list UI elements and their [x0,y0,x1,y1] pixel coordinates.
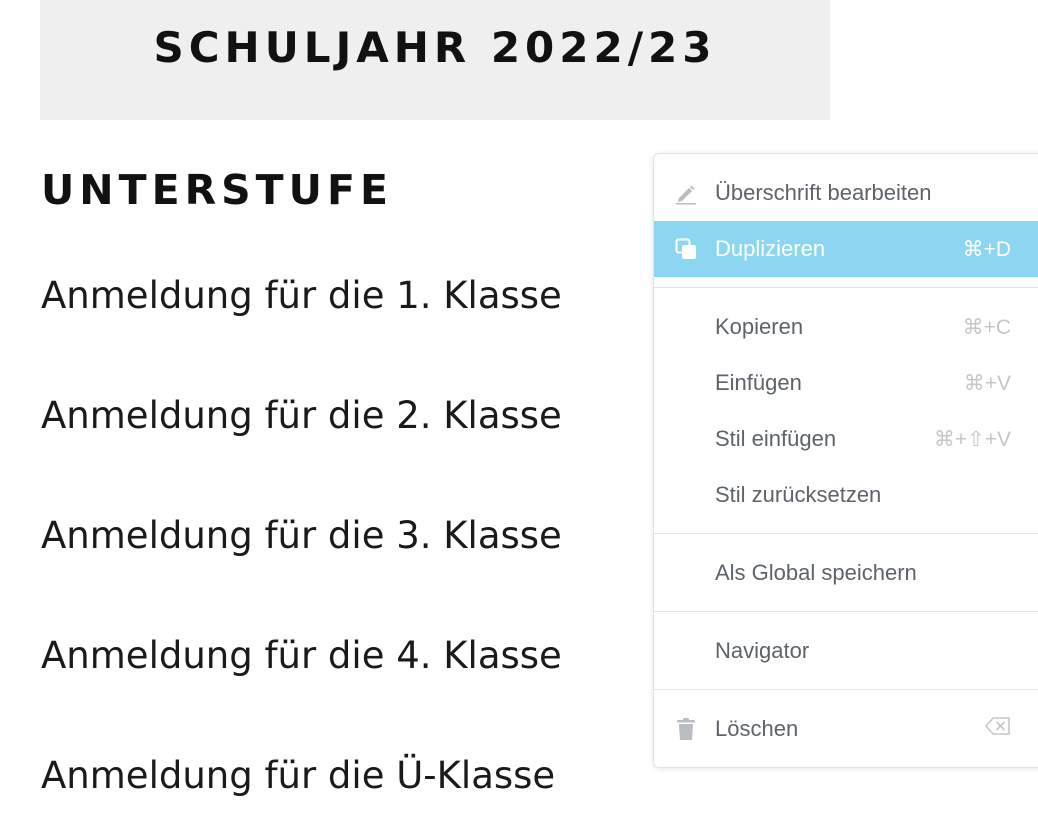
menu-item-duplicate[interactable]: Duplizieren ⌘+D [654,221,1038,277]
trash-icon [674,717,698,741]
menu-item-label: Einfügen [715,370,802,395]
menu-item-edit-heading[interactable]: Überschrift bearbeiten [654,165,1038,221]
context-menu: Überschrift bearbeiten Duplizieren ⌘+D K… [653,153,1038,768]
menu-item-label: Löschen [715,716,799,741]
registration-link-class-3[interactable]: Anmeldung für die 3. Klasse [41,514,562,557]
menu-item-label: Überschrift bearbeiten [715,180,932,205]
section-heading: UNTERSTUFE [41,166,393,214]
menu-divider [654,611,1038,612]
menu-item-delete[interactable]: Löschen [654,701,1038,757]
menu-item-navigator[interactable]: Navigator [654,623,1038,679]
registration-link-class-4[interactable]: Anmeldung für die 4. Klasse [41,634,562,677]
menu-item-label: Stil zurücksetzen [715,482,882,507]
menu-item-label: Als Global speichern [715,560,917,585]
menu-item-shortcut: ⌘+⇧+V [933,427,1011,451]
menu-item-shortcut: ⌘+D [962,237,1011,261]
menu-item-paste-style[interactable]: Stil einfügen ⌘+⇧+V [654,411,1038,467]
menu-item-label: Stil einfügen [715,426,837,451]
delete-key-icon [985,716,1011,742]
page-title-banner: SCHULJAHR 2022/23 [40,0,830,120]
menu-item-label: Kopieren [715,314,804,339]
menu-item-label: Duplizieren [715,236,826,261]
menu-item-label: Navigator [715,638,810,663]
menu-item-shortcut: ⌘+C [962,315,1011,339]
menu-item-copy[interactable]: Kopieren ⌘+C [654,299,1038,355]
page-title: SCHULJAHR 2022/23 [153,22,717,72]
pencil-icon [674,181,698,205]
menu-divider [654,689,1038,690]
menu-divider [654,533,1038,534]
menu-item-reset-style[interactable]: Stil zurücksetzen [654,467,1038,523]
menu-item-shortcut: ⌘+V [963,371,1011,395]
registration-link-class-1[interactable]: Anmeldung für die 1. Klasse [41,274,562,317]
menu-item-paste[interactable]: Einfügen ⌘+V [654,355,1038,411]
registration-link-u-class[interactable]: Anmeldung für die Ü-Klasse [41,754,555,797]
menu-item-save-as-global[interactable]: Als Global speichern [654,545,1038,601]
duplicate-icon [674,237,698,261]
registration-link-class-2[interactable]: Anmeldung für die 2. Klasse [41,394,562,437]
menu-divider [654,287,1038,288]
